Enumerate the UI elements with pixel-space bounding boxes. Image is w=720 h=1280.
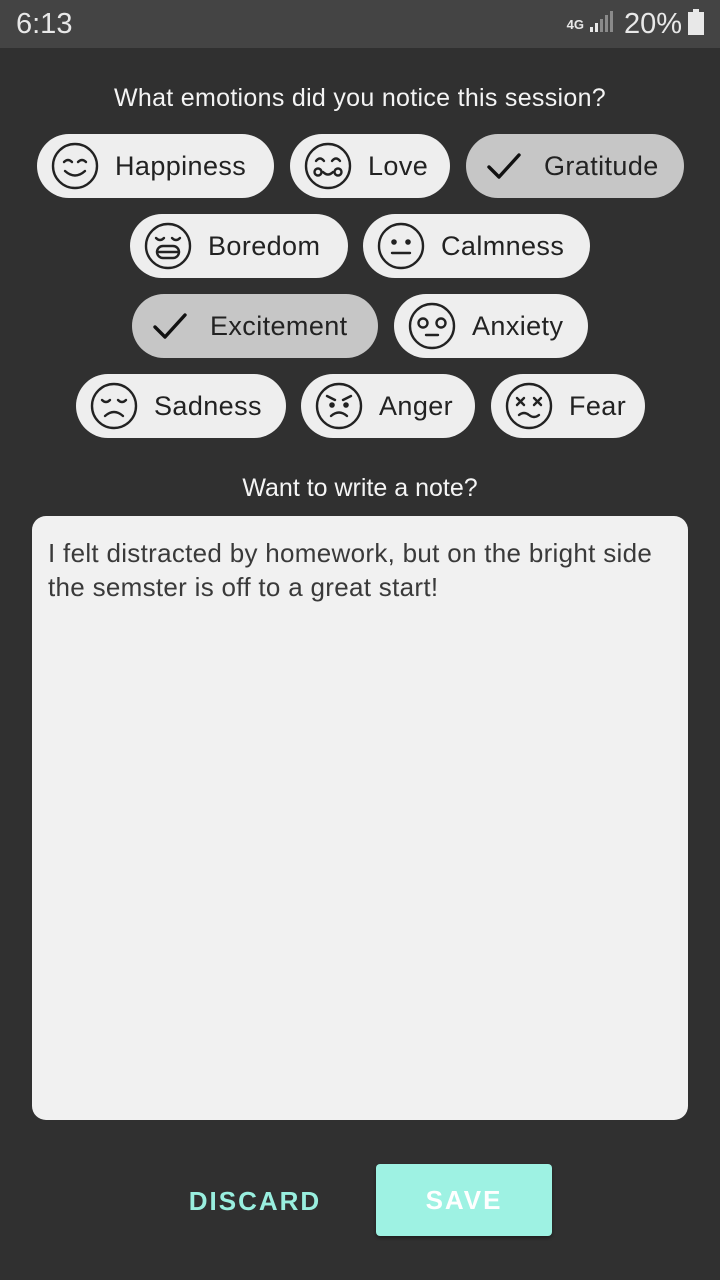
sad-face-icon [88,380,140,432]
battery-icon [688,8,704,40]
network-type-icon: 4G [566,16,584,32]
chip-happiness[interactable]: Happiness [37,134,274,198]
save-button[interactable]: SAVE [376,1164,552,1236]
chip-gratitude[interactable]: Gratitude [466,134,684,198]
battery-percent: 20% [623,7,682,40]
status-bar: 6:13 4G 20% [0,0,720,48]
chip-label: Anger [379,390,454,421]
bored-face-icon [142,220,194,272]
chip-excitement[interactable]: Excitement [132,294,378,358]
chip-fear[interactable]: Fear [491,374,645,438]
smiling-face-icon [49,140,101,192]
chip-label: Anxiety [472,310,564,341]
chip-label: Sadness [154,390,262,421]
note-question: Want to write a note? [242,474,478,502]
fearful-face-icon [503,380,555,432]
chip-label: Gratitude [544,150,659,181]
anxious-face-icon [406,300,458,352]
chip-label: Love [368,150,429,181]
checkmark-icon [478,140,530,192]
note-text: I felt distracted by homework, but on th… [48,538,653,602]
chip-label: Fear [569,390,627,421]
neutral-face-icon [375,220,427,272]
checkmark-icon [144,300,196,352]
note-textarea[interactable]: I felt distracted by homework, but on th… [32,516,688,1120]
chip-anxiety[interactable]: Anxiety [394,294,588,358]
signal-icon [589,10,614,38]
discard-button[interactable]: DISCARD [170,1170,340,1232]
chip-label: Happiness [115,150,247,181]
chip-love[interactable]: Love [290,134,450,198]
chip-label: Excitement [210,310,348,341]
chip-label: Boredom [208,230,321,261]
chip-calmness[interactable]: Calmness [363,214,590,278]
chip-label: Calmness [441,230,565,261]
chip-anger[interactable]: Anger [301,374,475,438]
status-time: 6:13 [16,7,73,40]
emotions-question: What emotions did you notice this sessio… [113,84,607,112]
chip-sadness[interactable]: Sadness [76,374,286,438]
angry-face-icon [313,380,365,432]
status-indicators: 4G 20% [567,8,704,41]
love-face-icon [302,140,354,192]
chip-boredom[interactable]: Boredom [130,214,348,278]
